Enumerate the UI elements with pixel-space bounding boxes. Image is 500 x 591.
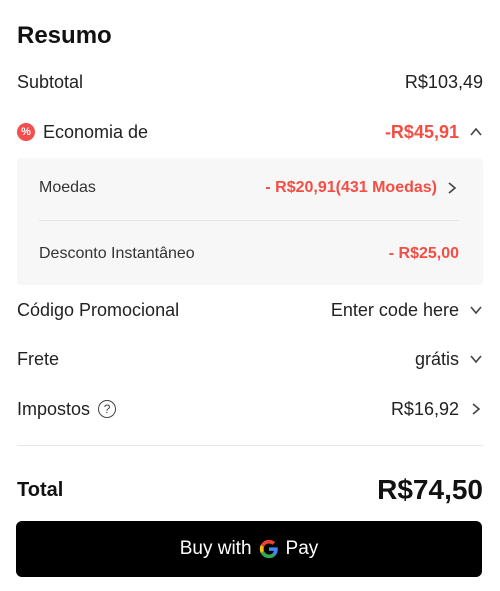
chevron-down-icon[interactable] [469, 352, 483, 366]
google-g-icon [259, 539, 278, 559]
total-label: Total [17, 478, 64, 501]
shipping-row[interactable]: Frete grátis [17, 345, 483, 373]
taxes-row[interactable]: Impostos ? R$16,92 [17, 395, 483, 423]
coins-label: Moedas [39, 179, 96, 196]
chevron-right-icon[interactable] [469, 402, 483, 416]
instant-discount-label: Desconto Instantâneo [39, 245, 195, 262]
help-icon[interactable]: ? [98, 400, 117, 418]
subtotal-row: Subtotal R$103,49 [17, 68, 483, 96]
savings-label: Economia de [43, 121, 149, 142]
savings-toggle[interactable]: % Economia de -R$45,91 [17, 118, 483, 146]
summary-title: Resumo [17, 22, 112, 49]
subtotal-value: R$103,49 [404, 71, 483, 92]
promo-code-row[interactable]: Código Promocional Enter code here [17, 296, 483, 324]
coins-value: - R$20,91(431 Moedas) [265, 179, 437, 196]
gpay-prefix: Buy with [179, 538, 252, 559]
taxes-value: R$16,92 [390, 398, 459, 419]
shipping-label: Frete [17, 348, 60, 369]
total-value: R$74,50 [377, 474, 483, 505]
chevron-right-icon[interactable] [445, 181, 459, 195]
coins-row[interactable]: Moedas - R$20,91(431 Moedas) [39, 174, 459, 202]
savings-breakdown: Moedas - R$20,91(431 Moedas) Desconto In… [17, 158, 483, 285]
instant-discount-value: - R$25,00 [388, 245, 459, 262]
google-pay-button[interactable]: Buy with Pay [16, 521, 482, 577]
breakdown-divider [39, 220, 459, 221]
summary-divider [17, 445, 483, 446]
savings-value: -R$45,91 [384, 121, 459, 142]
instant-discount-row: Desconto Instantâneo - R$25,00 [39, 240, 459, 268]
shipping-value: grátis [414, 348, 459, 369]
subtotal-label: Subtotal [17, 71, 84, 92]
order-summary: Resumo Subtotal R$103,49 % Economia de -… [0, 0, 500, 591]
total-row: Total R$74,50 [17, 472, 483, 508]
chevron-up-icon[interactable] [469, 125, 483, 139]
promo-code-input[interactable]: Enter code here [331, 300, 459, 321]
savings-badge-icon: % [17, 123, 35, 141]
promo-code-label: Código Promocional [17, 299, 180, 320]
taxes-label: Impostos [17, 398, 91, 419]
chevron-down-icon[interactable] [469, 303, 483, 317]
gpay-suffix: Pay [285, 538, 319, 559]
